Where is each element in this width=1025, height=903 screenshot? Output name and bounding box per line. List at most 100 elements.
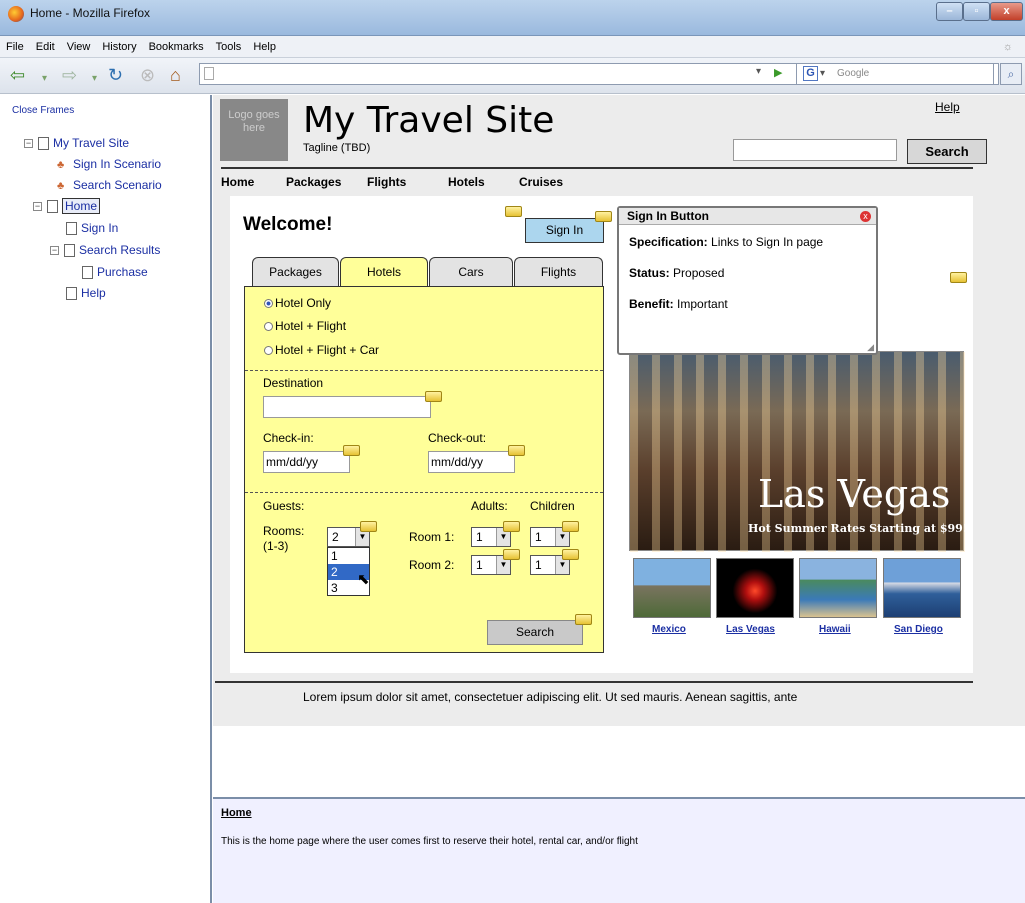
window-title-bar: Home - Mozilla Firefox – ▫ x — [0, 0, 1025, 36]
collapse-icon[interactable]: − — [33, 202, 42, 212]
web-search-placeholder: Google — [837, 68, 870, 79]
web-search-input[interactable]: G ▾ Google — [796, 63, 994, 85]
search-engine-dropdown-icon[interactable]: ▾ — [820, 64, 825, 84]
guests-label: Guests: — [263, 499, 305, 513]
collapse-icon[interactable]: − — [50, 246, 59, 256]
minimize-button[interactable]: – — [936, 2, 963, 21]
footer-text: Lorem ipsum dolor sit amet, consectetuer… — [303, 690, 798, 704]
popup-benefit: Benefit: Important — [629, 297, 728, 311]
hawaii-link[interactable]: Hawaii — [819, 624, 851, 635]
nav-packages[interactable]: Packages — [286, 175, 341, 189]
close-window-button[interactable]: x — [990, 2, 1023, 21]
tree-item-sign-in[interactable]: Sign In — [66, 221, 118, 236]
nav-home[interactable]: Home — [221, 175, 254, 189]
maximize-button[interactable]: ▫ — [963, 2, 990, 21]
page-icon — [82, 266, 93, 280]
las-vegas-thumbnail[interactable] — [716, 558, 794, 618]
san-diego-link[interactable]: San Diego — [894, 624, 943, 635]
annotation-frame — [213, 797, 1025, 903]
sign-in-button[interactable]: Sign In — [525, 218, 604, 243]
window-title: Home - Mozilla Firefox — [30, 6, 151, 20]
menu-file[interactable]: File — [0, 36, 30, 58]
site-search-input[interactable] — [733, 139, 897, 161]
option-hotel-only[interactable]: Hotel Only — [264, 296, 331, 310]
nav-flights[interactable]: Flights — [367, 175, 406, 189]
menu-edit[interactable]: Edit — [30, 36, 61, 58]
tree-item-sign-in-scenario[interactable]: ♣ Sign In Scenario — [57, 157, 161, 171]
note-icon[interactable] — [575, 614, 592, 625]
tree-item-purchase[interactable]: Purchase — [82, 265, 148, 280]
home-icon[interactable]: ⌂ — [170, 66, 181, 84]
hotel-search-button[interactable]: Search — [487, 620, 583, 645]
menu-help[interactable]: Help — [247, 36, 282, 58]
close-icon[interactable]: x — [860, 211, 871, 222]
las-vegas-link[interactable]: Las Vegas — [726, 624, 775, 635]
note-icon[interactable] — [503, 521, 520, 532]
tab-hotels[interactable]: Hotels — [340, 257, 428, 287]
rooms-option[interactable]: 1 — [328, 548, 369, 564]
forward-dropdown-icon[interactable]: ▾ — [92, 70, 97, 88]
mexico-thumbnail[interactable] — [633, 558, 711, 618]
hawaii-thumbnail[interactable] — [799, 558, 877, 618]
resize-grip-icon[interactable]: ◢ — [867, 342, 874, 353]
destination-input[interactable] — [263, 396, 431, 418]
go-icon[interactable]: ▶ — [774, 66, 782, 79]
tree-item-search-scenario[interactable]: ♣ Search Scenario — [57, 178, 162, 192]
menu-history[interactable]: History — [96, 36, 142, 58]
checkout-input[interactable]: mm/dd/yy — [428, 451, 515, 473]
note-icon[interactable] — [562, 549, 579, 560]
back-dropdown-icon[interactable]: ▾ — [42, 70, 47, 88]
san-diego-thumbnail[interactable] — [883, 558, 961, 618]
note-icon[interactable] — [950, 272, 967, 283]
help-link[interactable]: Help — [935, 100, 960, 114]
tree-item-my-travel-site[interactable]: − My Travel Site — [24, 136, 129, 151]
stop-icon[interactable]: ⊗ — [140, 66, 155, 84]
tree-item-home[interactable]: − Home — [33, 198, 101, 214]
note-icon[interactable] — [508, 445, 525, 456]
note-icon[interactable] — [505, 206, 522, 217]
note-icon[interactable] — [503, 549, 520, 560]
reload-icon[interactable]: ↻ — [108, 66, 123, 84]
note-icon[interactable] — [360, 521, 377, 532]
google-icon[interactable]: G — [803, 66, 818, 81]
scenario-icon: ♣ — [57, 158, 65, 171]
las-vegas-promo-image[interactable]: Las Vegas Hot Summer Rates Starting at $… — [629, 351, 968, 552]
back-icon[interactable]: ⇦ — [10, 66, 25, 84]
forward-icon[interactable]: ⇨ — [62, 66, 77, 84]
checkin-input[interactable]: mm/dd/yy — [263, 451, 350, 473]
footer-divider — [215, 681, 973, 683]
tab-packages[interactable]: Packages — [252, 257, 339, 286]
tab-flights[interactable]: Flights — [514, 257, 603, 286]
close-frames-link[interactable]: Close Frames — [12, 105, 74, 116]
promo-title: Las Vegas — [758, 472, 951, 516]
tab-cars[interactable]: Cars — [429, 257, 513, 286]
nav-hotels[interactable]: Hotels — [448, 175, 485, 189]
destination-label: Destination — [263, 376, 324, 390]
annotation-heading: Home — [221, 807, 252, 819]
tree-item-search-results[interactable]: − Search Results — [50, 243, 160, 258]
note-icon[interactable] — [562, 521, 579, 532]
option-hotel-flight-car[interactable]: Hotel + Flight + Car — [264, 343, 379, 357]
note-icon[interactable] — [595, 211, 612, 222]
nav-cruises[interactable]: Cruises — [519, 175, 563, 189]
menu-view[interactable]: View — [61, 36, 97, 58]
collapse-icon[interactable]: − — [24, 139, 33, 149]
note-icon[interactable] — [343, 445, 360, 456]
note-icon[interactable] — [425, 391, 442, 402]
tree-item-help[interactable]: Help — [66, 286, 106, 301]
option-hotel-flight[interactable]: Hotel + Flight — [264, 319, 346, 333]
url-dropdown-icon[interactable]: ▾ — [756, 66, 761, 77]
mexico-link[interactable]: Mexico — [652, 624, 686, 635]
firefox-logo-icon — [8, 6, 24, 22]
menu-bookmarks[interactable]: Bookmarks — [143, 36, 210, 58]
site-search-button[interactable]: Search — [907, 139, 987, 164]
menu-tools[interactable]: Tools — [210, 36, 248, 58]
welcome-heading: Welcome! — [243, 214, 333, 235]
checkout-label: Check-out: — [428, 431, 487, 445]
search-go-icon[interactable]: ⌕ — [1000, 63, 1022, 85]
radio-icon[interactable] — [264, 322, 273, 331]
radio-selected-icon[interactable] — [264, 299, 273, 308]
radio-icon[interactable] — [264, 346, 273, 355]
page-icon — [66, 287, 77, 301]
logo-placeholder: Logo goes here — [220, 99, 288, 161]
